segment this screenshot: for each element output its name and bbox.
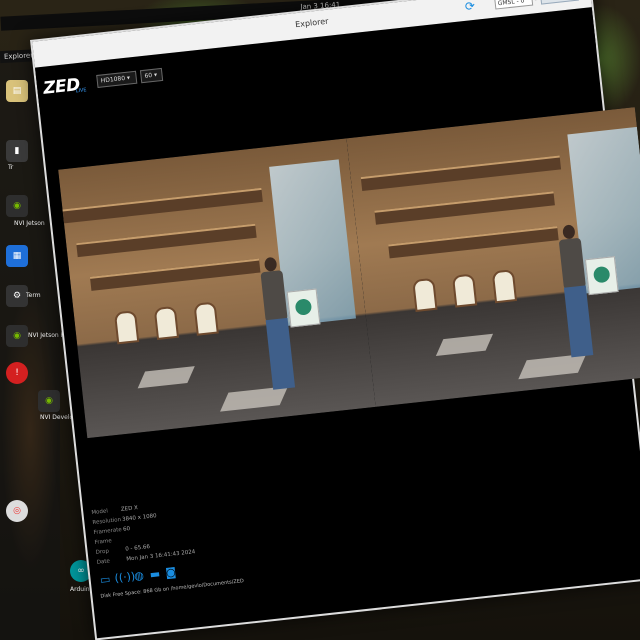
serial-number-input[interactable]: #470956 (539, 0, 579, 5)
files-icon[interactable]: ▤ (6, 80, 28, 102)
explorer-window: Explorer ⟳ GMSL - 0 SN #470956 ⚙ ZED LIV… (30, 0, 640, 640)
fps-value: 60 (144, 72, 153, 80)
snapshot-icon[interactable]: ◙ (164, 565, 178, 579)
stereo-video-view[interactable] (58, 107, 640, 439)
record-icon[interactable]: ▬ (148, 567, 162, 581)
nvidia-jetson-icon[interactable]: ◉ (6, 325, 28, 347)
terminal-icon[interactable]: ▮ (6, 140, 28, 162)
stream-icon[interactable]: ((·)) (114, 570, 136, 585)
refresh-icon[interactable]: ⟳ (464, 0, 479, 14)
nvidia-jetson-icon[interactable]: ◉ (6, 195, 28, 217)
arch (491, 269, 518, 304)
arch (451, 273, 478, 308)
dock-label-1: Tr (8, 164, 14, 171)
alert-icon[interactable]: ! (6, 362, 28, 384)
globe-icon[interactable]: ◍ (132, 569, 146, 583)
arch (153, 305, 180, 341)
tool-icon[interactable]: ⚙ (6, 285, 28, 307)
nvidia-icon[interactable]: ◉ (38, 390, 60, 412)
fps-select[interactable]: 60 ▾ (139, 67, 164, 84)
resolution-select[interactable]: HD1080 ▾ (96, 70, 138, 88)
chrome-icon[interactable]: ◎ (6, 500, 28, 522)
logo-subtitle: LIVE (75, 87, 87, 95)
left-camera-frame (58, 138, 376, 439)
dock-label-4: Term (26, 292, 41, 299)
right-camera-frame (346, 107, 640, 407)
dock-label-2: NVI Jetson (14, 220, 45, 227)
zed-logo: ZED (42, 74, 81, 99)
folder-icon[interactable]: ▭ (98, 572, 112, 587)
resolution-value: HD1080 (100, 74, 126, 85)
apps-icon[interactable]: ▦ (6, 245, 28, 267)
arch (113, 310, 140, 345)
arch (193, 301, 219, 336)
camera-select[interactable]: GMSL - 0 (494, 0, 534, 10)
camera-info-panel: Model ZED X Resolution 3840 x 1080 Frame… (91, 497, 196, 567)
arch (412, 277, 438, 312)
